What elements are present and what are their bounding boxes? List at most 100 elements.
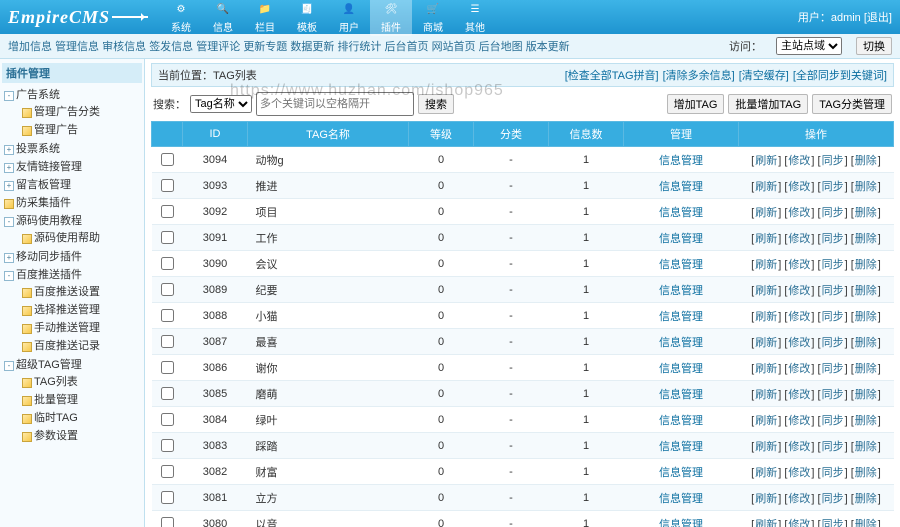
subnav-item[interactable]: 后台地图 <box>479 41 523 53</box>
op-refresh[interactable]: 刷新 <box>755 493 777 505</box>
op-delete[interactable]: 删除 <box>855 441 877 453</box>
tree-node[interactable]: 临时TAG <box>20 408 142 426</box>
manage-link[interactable]: 信息管理 <box>659 311 703 323</box>
row-checkbox[interactable] <box>161 413 174 426</box>
op-sync[interactable]: 同步 <box>822 415 844 427</box>
op-delete[interactable]: 删除 <box>855 389 877 401</box>
op-delete[interactable]: 删除 <box>855 285 877 297</box>
op-delete[interactable]: 删除 <box>855 259 877 271</box>
op-refresh[interactable]: 刷新 <box>755 259 777 271</box>
subnav-item[interactable]: 数据更新 <box>290 41 334 53</box>
op-edit[interactable]: 修改 <box>788 181 810 193</box>
op-refresh[interactable]: 刷新 <box>755 207 777 219</box>
row-checkbox[interactable] <box>161 439 174 452</box>
op-sync[interactable]: 同步 <box>822 441 844 453</box>
op-sync[interactable]: 同步 <box>822 493 844 505</box>
tree-node[interactable]: 管理广告 <box>20 120 142 138</box>
subnav-item[interactable]: 管理评论 <box>196 41 240 53</box>
op-refresh[interactable]: 刷新 <box>755 389 777 401</box>
crumb-action[interactable]: [检查全部TAG拼音] <box>565 70 659 82</box>
tree-node[interactable]: 投票系统 <box>2 139 142 157</box>
row-checkbox[interactable] <box>161 491 174 504</box>
tree-node[interactable]: TAG列表 <box>20 372 142 390</box>
op-sync[interactable]: 同步 <box>822 233 844 245</box>
subnav-item[interactable]: 排行统计 <box>337 41 381 53</box>
tree-node[interactable]: 管理广告分类 <box>20 102 142 120</box>
op-refresh[interactable]: 刷新 <box>755 441 777 453</box>
subnav-item[interactable]: 版本更新 <box>526 41 570 53</box>
op-sync[interactable]: 同步 <box>822 311 844 323</box>
manage-link[interactable]: 信息管理 <box>659 389 703 401</box>
tree-node[interactable]: 防采集插件 <box>2 193 142 211</box>
row-checkbox[interactable] <box>161 153 174 166</box>
crumb-action[interactable]: [全部同步到关键词] <box>793 70 887 82</box>
op-edit[interactable]: 修改 <box>788 337 810 349</box>
op-delete[interactable]: 删除 <box>855 311 877 323</box>
op-refresh[interactable]: 刷新 <box>755 467 777 479</box>
subnav-item[interactable]: 网站首页 <box>432 41 476 53</box>
tree-node[interactable]: 留言板管理 <box>2 175 142 193</box>
tree-node[interactable]: 百度推送记录 <box>20 336 142 354</box>
op-sync[interactable]: 同步 <box>822 181 844 193</box>
op-edit[interactable]: 修改 <box>788 389 810 401</box>
op-sync[interactable]: 同步 <box>822 155 844 167</box>
tree-node[interactable]: 选择推送管理 <box>20 300 142 318</box>
op-delete[interactable]: 删除 <box>855 363 877 375</box>
topnav-sys[interactable]: ⚙系统 <box>160 0 202 36</box>
tree-node[interactable]: 友情链接管理 <box>2 157 142 175</box>
row-checkbox[interactable] <box>161 465 174 478</box>
op-edit[interactable]: 修改 <box>788 259 810 271</box>
subnav-item[interactable]: 更新专题 <box>243 41 287 53</box>
tree-node[interactable]: 源码使用帮助 <box>20 228 142 246</box>
add-tag-button[interactable]: 增加TAG <box>667 94 725 114</box>
manage-link[interactable]: 信息管理 <box>659 207 703 219</box>
op-delete[interactable]: 删除 <box>855 207 877 219</box>
op-edit[interactable]: 修改 <box>788 415 810 427</box>
op-refresh[interactable]: 刷新 <box>755 363 777 375</box>
row-checkbox[interactable] <box>161 257 174 270</box>
op-sync[interactable]: 同步 <box>822 337 844 349</box>
manage-link[interactable]: 信息管理 <box>659 233 703 245</box>
tree-node[interactable]: 超级TAG管理TAG列表批量管理临时TAG参数设置 <box>2 355 142 445</box>
op-delete[interactable]: 删除 <box>855 337 877 349</box>
op-sync[interactable]: 同步 <box>822 363 844 375</box>
op-refresh[interactable]: 刷新 <box>755 415 777 427</box>
op-sync[interactable]: 同步 <box>822 207 844 219</box>
subnav-item[interactable]: 审核信息 <box>102 41 146 53</box>
logout-link[interactable]: [退出] <box>864 12 892 24</box>
search-input[interactable] <box>256 92 414 116</box>
crumb-action[interactable]: [清空缓存] <box>739 70 789 82</box>
search-field-select[interactable]: Tag名称 <box>190 95 252 113</box>
op-edit[interactable]: 修改 <box>788 285 810 297</box>
op-sync[interactable]: 同步 <box>822 467 844 479</box>
op-edit[interactable]: 修改 <box>788 311 810 323</box>
crumb-action[interactable]: [清除多余信息] <box>663 70 735 82</box>
row-checkbox[interactable] <box>161 231 174 244</box>
tree-node[interactable]: 百度推送插件百度推送设置选择推送管理手动推送管理百度推送记录 <box>2 265 142 355</box>
manage-link[interactable]: 信息管理 <box>659 337 703 349</box>
op-edit[interactable]: 修改 <box>788 363 810 375</box>
tree-node[interactable]: 参数设置 <box>20 426 142 444</box>
manage-link[interactable]: 信息管理 <box>659 441 703 453</box>
tree-node[interactable]: 广告系统管理广告分类管理广告 <box>2 85 142 139</box>
op-edit[interactable]: 修改 <box>788 441 810 453</box>
op-delete[interactable]: 删除 <box>855 415 877 427</box>
manage-link[interactable]: 信息管理 <box>659 155 703 167</box>
op-refresh[interactable]: 刷新 <box>755 233 777 245</box>
tree-node[interactable]: 移动同步插件 <box>2 247 142 265</box>
topnav-shop[interactable]: 🛒商城 <box>412 0 454 36</box>
op-delete[interactable]: 删除 <box>855 467 877 479</box>
topnav-info[interactable]: 🔍信息 <box>202 0 244 36</box>
row-checkbox[interactable] <box>161 387 174 400</box>
manage-link[interactable]: 信息管理 <box>659 259 703 271</box>
op-refresh[interactable]: 刷新 <box>755 181 777 193</box>
op-refresh[interactable]: 刷新 <box>755 155 777 167</box>
topnav-user[interactable]: 👤用户 <box>328 0 370 36</box>
row-checkbox[interactable] <box>161 309 174 322</box>
subnav-item[interactable]: 后台首页 <box>385 41 429 53</box>
topnav-plug[interactable]: 🛠插件 <box>370 0 412 36</box>
subnav-item[interactable]: 签发信息 <box>149 41 193 53</box>
search-button[interactable]: 搜索 <box>418 94 454 114</box>
tree-node[interactable]: 百度推送设置 <box>20 282 142 300</box>
op-refresh[interactable]: 刷新 <box>755 311 777 323</box>
